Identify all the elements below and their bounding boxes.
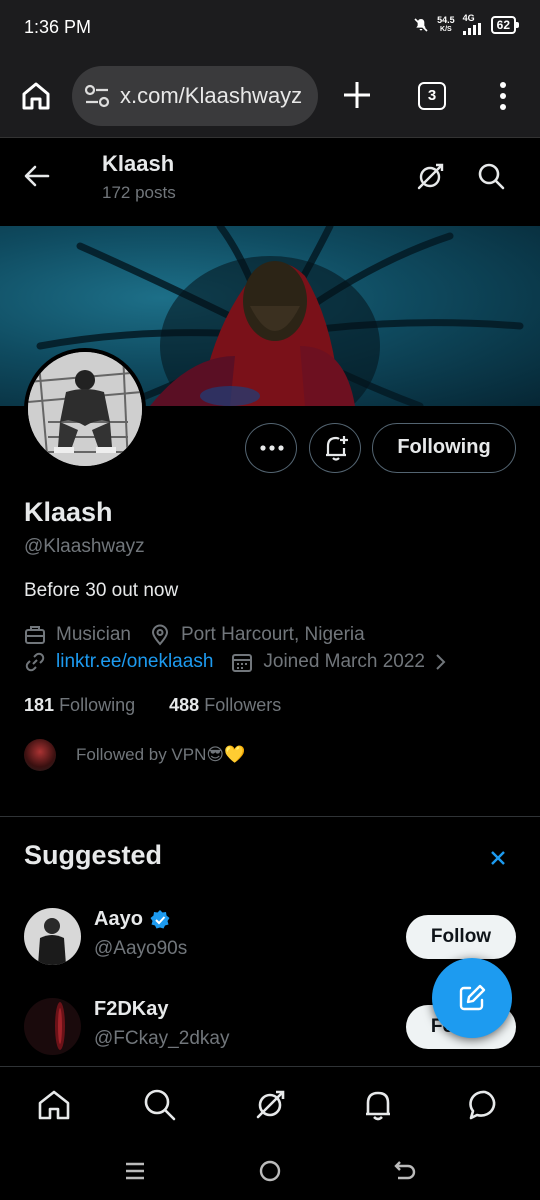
battery-indicator: 62 (490, 15, 520, 34)
url-text: x.com/Klaashwayz (120, 83, 303, 108)
calendar-icon (232, 654, 253, 672)
suggested-handle: @FCkay_2dkay (94, 1028, 230, 1049)
profile-meta-row-2: linktr.ee/oneklaash Joined March 2022 (24, 651, 449, 673)
status-bar: 1:36 PM 54.5 K/S 4G 62 (0, 0, 540, 56)
location-pin-icon (151, 624, 168, 646)
suggested-name: Aayo (94, 908, 171, 931)
new-tab-icon[interactable] (340, 78, 374, 112)
profile-name: Klaash (24, 497, 113, 527)
compose-post-button[interactable] (432, 958, 512, 1038)
link-icon (25, 652, 45, 672)
profile-meta-row-1: Musician Port Harcourt, Nigeria (24, 624, 365, 646)
browser-toolbar: x.com/Klaashwayz 3 (0, 56, 540, 138)
profile-handle: @Klaashwayz (24, 536, 145, 557)
search-tab-icon[interactable] (142, 1087, 178, 1123)
suggested-avatar (24, 998, 81, 1055)
system-nav-bar (0, 1142, 540, 1200)
home-tab-icon[interactable] (36, 1087, 72, 1123)
profile-joined: Joined March 2022 (263, 651, 425, 672)
notifications-button[interactable] (309, 423, 361, 473)
grok-tab-icon[interactable] (252, 1087, 288, 1123)
tab-switcher-button[interactable]: 3 (418, 82, 446, 110)
follower-avatar (24, 739, 56, 771)
section-divider (0, 816, 540, 817)
suggested-title: Suggested (24, 840, 163, 870)
home-button-icon[interactable] (257, 1158, 283, 1184)
grok-icon[interactable] (414, 161, 446, 193)
more-vert-icon[interactable] (496, 80, 510, 112)
signal-group: 4G (462, 13, 483, 35)
verified-badge-icon (150, 909, 170, 928)
more-horiz-icon (260, 445, 284, 451)
following-stat[interactable]: 181 Following (24, 695, 135, 715)
network-type: 4G (462, 13, 475, 23)
close-icon[interactable] (486, 846, 510, 870)
messages-tab-icon[interactable] (467, 1087, 503, 1123)
url-bar[interactable]: x.com/Klaashwayz (72, 66, 318, 126)
profile-bio: Before 30 out now (24, 580, 179, 601)
recent-apps-icon[interactable] (122, 1158, 148, 1184)
followers-stat[interactable]: 488 Followers (169, 695, 281, 715)
bell-plus-icon (326, 436, 348, 461)
more-options-button[interactable] (245, 423, 297, 473)
post-count: 172 posts (102, 183, 176, 202)
notifications-tab-icon[interactable] (360, 1087, 396, 1123)
suggested-handle: @Aayo90s (94, 938, 188, 959)
net-speed: 54.5 K/S (437, 14, 455, 33)
suggested-avatar (24, 908, 81, 965)
home-icon[interactable] (20, 80, 52, 112)
followed-by[interactable]: Followed by VPN😎💛 (24, 738, 245, 772)
profile-avatar[interactable] (24, 348, 146, 470)
back-arrow-icon[interactable] (22, 161, 52, 191)
followed-by-text: Followed by VPN😎💛 (76, 745, 246, 764)
profile-link[interactable]: linktr.ee/oneklaash (56, 651, 213, 673)
follow-button[interactable]: Follow (406, 915, 516, 959)
profile-top-nav: Klaash 172 posts (0, 139, 540, 225)
chevron-right-icon[interactable] (431, 651, 449, 673)
compose-icon (459, 984, 486, 1011)
suggested-user[interactable]: Aayo @Aayo90s Follow (24, 908, 516, 966)
back-button-icon[interactable] (392, 1158, 418, 1184)
signal-icon (462, 23, 481, 35)
status-icons: 54.5 K/S 4G 62 (413, 13, 520, 35)
search-icon[interactable] (476, 161, 506, 191)
profile-occupation: Musician (56, 624, 131, 645)
site-settings-icon[interactable] (84, 84, 110, 108)
mute-bell-icon (414, 17, 428, 32)
status-time: 1:36 PM (24, 17, 92, 37)
profile-location: Port Harcourt, Nigeria (180, 624, 365, 645)
header-name: Klaash (102, 151, 175, 176)
briefcase-icon (25, 626, 45, 644)
following-button[interactable]: Following (372, 423, 516, 473)
profile-stats: 181 Following 488 Followers (24, 695, 281, 716)
bottom-tab-bar (0, 1066, 540, 1142)
suggested-name: F2DKay (94, 998, 169, 1020)
